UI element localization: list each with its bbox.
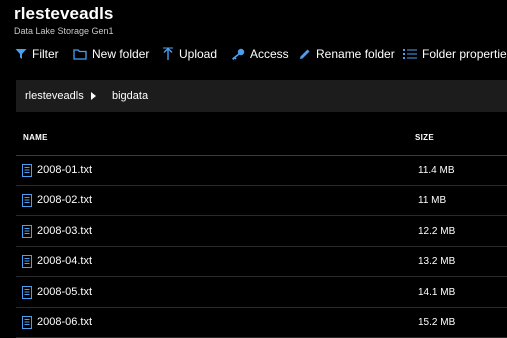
filter-button[interactable]: Filter (15, 41, 59, 67)
filter-label: Filter (32, 47, 59, 61)
file-name[interactable]: 2008-03.txt (37, 225, 92, 237)
breadcrumb-item-folder[interactable]: bigdata (112, 80, 148, 112)
upload-label: Upload (179, 47, 218, 61)
table-row[interactable]: 2008-06.txt 15.2 MB (16, 308, 507, 338)
file-icon (22, 316, 32, 329)
command-toolbar: Filter New folder Upload Access Rename f… (0, 41, 507, 67)
file-size: 13.2 MB (418, 256, 456, 267)
file-icon (22, 194, 32, 207)
access-label: Access (250, 47, 289, 61)
table-row[interactable]: 2008-05.txt 14.1 MB (16, 278, 507, 308)
column-header-name[interactable]: NAME (23, 133, 48, 142)
file-size: 12.2 MB (418, 226, 456, 237)
page-title: rlesteveadls (14, 4, 114, 23)
rename-folder-label: Rename folder (316, 47, 395, 61)
page-subtitle: Data Lake Storage Gen1 (14, 26, 114, 36)
column-header-size[interactable]: SIZE (415, 133, 434, 142)
table-row[interactable]: 2008-04.txt 13.2 MB (16, 247, 507, 277)
file-icon (22, 286, 32, 299)
file-size: 14.1 MB (418, 287, 456, 298)
breadcrumb: rlesteveadls bigdata (16, 80, 507, 112)
pencil-icon (300, 49, 310, 59)
file-size: 15.2 MB (418, 317, 456, 328)
file-name[interactable]: 2008-06.txt (37, 316, 92, 328)
file-name[interactable]: 2008-01.txt (37, 164, 92, 176)
table-row[interactable]: 2008-03.txt 12.2 MB (16, 217, 507, 247)
folder-properties-button[interactable]: Folder properties (403, 41, 507, 67)
table-row[interactable]: 2008-01.txt 11.4 MB (16, 156, 507, 186)
file-name[interactable]: 2008-05.txt (37, 286, 92, 298)
table-row[interactable]: 2008-02.txt 11 MB (16, 186, 507, 216)
access-button[interactable]: Access (231, 41, 289, 67)
breadcrumb-separator-icon (91, 92, 96, 100)
file-name[interactable]: 2008-04.txt (37, 255, 92, 267)
filter-icon (15, 49, 27, 59)
file-size: 11 MB (418, 195, 447, 206)
breadcrumb-item-account[interactable]: rlesteveadls (25, 80, 84, 112)
new-folder-button[interactable]: New folder (73, 41, 149, 67)
folder-properties-label: Folder properties (422, 47, 507, 61)
file-size: 11.4 MB (418, 165, 455, 176)
list-icon (403, 49, 417, 59)
upload-button[interactable]: Upload (162, 41, 217, 67)
file-icon (22, 225, 32, 238)
rename-folder-button[interactable]: Rename folder (298, 41, 395, 67)
file-name[interactable]: 2008-02.txt (37, 194, 92, 206)
file-icon (22, 164, 32, 177)
blade-header: rlesteveadls Data Lake Storage Gen1 (0, 0, 507, 40)
folder-icon (73, 49, 87, 60)
upload-icon (163, 47, 173, 60)
file-icon (22, 255, 32, 268)
new-folder-label: New folder (92, 47, 150, 61)
key-icon (232, 48, 245, 60)
